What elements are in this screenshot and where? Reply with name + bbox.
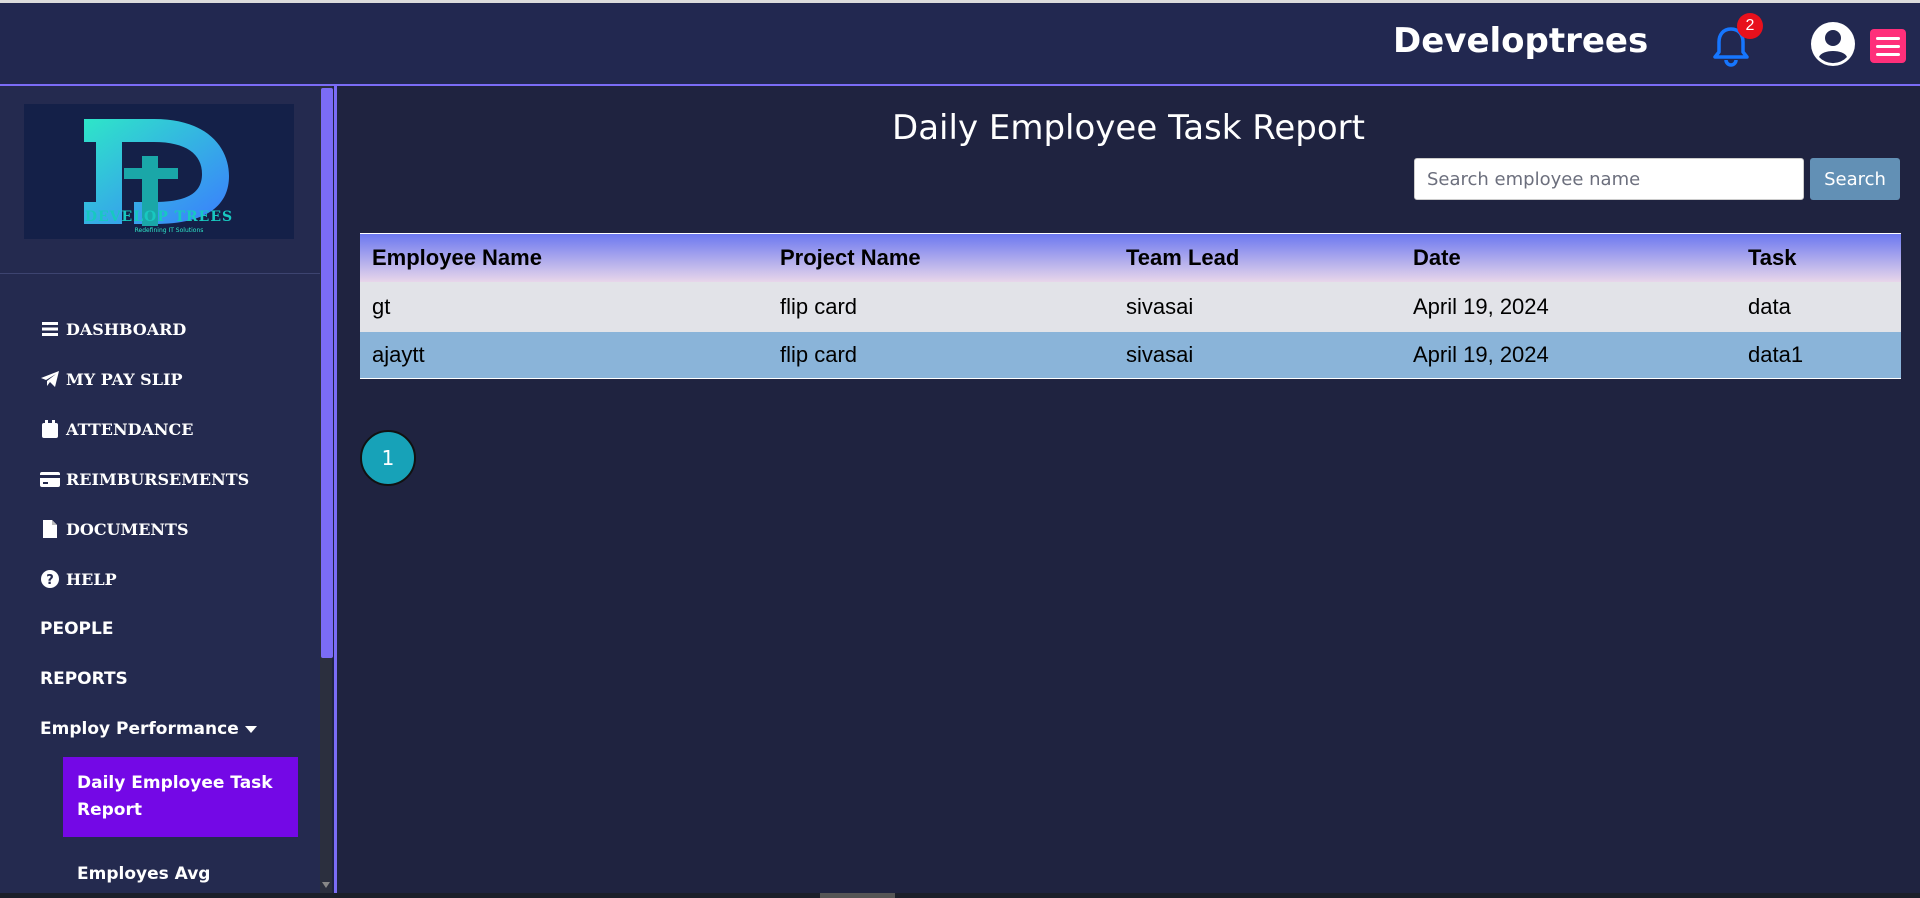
sidebar-subitem-employes-avg[interactable]: Employes Avg <box>77 864 210 884</box>
brand-title: Developtrees <box>1393 21 1649 61</box>
sidebar-item-my-pay-slip[interactable]: MY PAY SLIP <box>40 354 310 404</box>
sidebar-item-reimbursements[interactable]: REIMBURSEMENTS <box>40 454 310 504</box>
svg-text:?: ? <box>46 573 54 588</box>
cell-employee-name: ajaytt <box>372 341 425 367</box>
pagination-page-button[interactable]: 1 <box>360 430 416 486</box>
sidebar-subitem-daily-employee-task-report[interactable]: Daily Employee Task Report <box>63 757 298 837</box>
calendar-icon <box>40 420 60 438</box>
paper-plane-icon <box>40 371 60 387</box>
sidebar-item-label: DASHBOARD <box>66 319 187 339</box>
horizontal-scrollbar-thumb[interactable] <box>820 893 895 898</box>
table-row[interactable]: ajaytt flip card sivasai April 19, 2024 … <box>360 331 1901 379</box>
cell-project-name: flip card <box>780 341 858 367</box>
horizontal-scrollbar[interactable] <box>0 893 1920 898</box>
sidebar-item-label: PEOPLE <box>40 619 114 639</box>
cell-task: data1 <box>1748 341 1804 367</box>
sidebar-item-attendance[interactable]: ATTENDANCE <box>40 404 310 454</box>
cell-team-lead: sivasai <box>1126 293 1194 319</box>
column-header-team-lead[interactable]: Team Lead <box>1114 233 1401 282</box>
notification-badge: 2 <box>1737 13 1763 39</box>
cell-date: April 19, 2024 <box>1413 341 1549 367</box>
company-logo[interactable]: DEVELOP TREES Redefining IT Solutions <box>24 104 294 239</box>
sidebar-item-dashboard[interactable]: DASHBOARD <box>40 304 310 354</box>
sidebar-item-label: HELP <box>66 569 117 589</box>
sidebar-item-label: Employ Performance <box>40 719 239 739</box>
file-icon <box>40 520 60 538</box>
main-content: Daily Employee Task Report Search Employ… <box>337 86 1920 893</box>
sidebar-nav: DASHBOARD MY PAY SLIP ATTENDANCE REIMBUR… <box>40 304 310 754</box>
svg-text:Redefining IT Solutions: Redefining IT Solutions <box>135 227 204 234</box>
top-bar: Developtrees 2 <box>0 0 1920 86</box>
page-title: Daily Employee Task Report <box>892 108 1365 148</box>
column-header-project-name[interactable]: Project Name <box>768 233 1114 282</box>
sidebar-item-help[interactable]: ? HELP <box>40 554 310 604</box>
sidebar-item-reports[interactable]: REPORTS <box>40 654 310 704</box>
sidebar-item-label: MY PAY SLIP <box>66 369 183 389</box>
cell-task: data <box>1748 293 1791 319</box>
search-button[interactable]: Search <box>1810 158 1900 200</box>
sidebar-item-employ-performance[interactable]: Employ Performance <box>40 704 310 754</box>
svg-text:DEVELOP TREES: DEVELOP TREES <box>85 209 233 225</box>
sidebar: DEVELOP TREES Redefining IT Solutions DA… <box>0 86 320 893</box>
sidebar-item-label: DOCUMENTS <box>66 519 189 539</box>
hamburger-menu-icon[interactable] <box>1870 29 1906 63</box>
sidebar-divider <box>0 273 320 274</box>
column-header-employee-name[interactable]: Employee Name <box>360 233 768 282</box>
sidebar-scrollbar-thumb[interactable] <box>321 88 333 658</box>
sidebar-item-label: ATTENDANCE <box>66 419 194 439</box>
scroll-down-arrow-icon[interactable] <box>322 882 330 888</box>
caret-down-icon <box>244 719 257 739</box>
cell-team-lead: sivasai <box>1126 341 1194 367</box>
cell-employee-name: gt <box>372 293 391 319</box>
sidebar-item-documents[interactable]: DOCUMENTS <box>40 504 310 554</box>
sidebar-item-label: REIMBURSEMENTS <box>66 469 250 489</box>
task-report-table: Employee Name Project Name Team Lead Dat… <box>360 233 1901 379</box>
column-header-task[interactable]: Task <box>1736 233 1901 282</box>
table-header-row: Employee Name Project Name Team Lead Dat… <box>360 233 1901 282</box>
sidebar-item-label: REPORTS <box>40 669 128 689</box>
column-header-date[interactable]: Date <box>1401 233 1736 282</box>
credit-card-icon <box>40 471 60 487</box>
sidebar-item-people[interactable]: PEOPLE <box>40 604 310 654</box>
search-input[interactable] <box>1414 158 1804 200</box>
bars-icon <box>40 322 60 336</box>
cell-project-name: flip card <box>780 293 858 319</box>
question-circle-icon: ? <box>40 570 60 588</box>
user-avatar-icon[interactable] <box>1810 21 1856 67</box>
cell-date: April 19, 2024 <box>1413 293 1549 319</box>
table-row[interactable]: gt flip card sivasai April 19, 2024 data <box>360 281 1901 332</box>
